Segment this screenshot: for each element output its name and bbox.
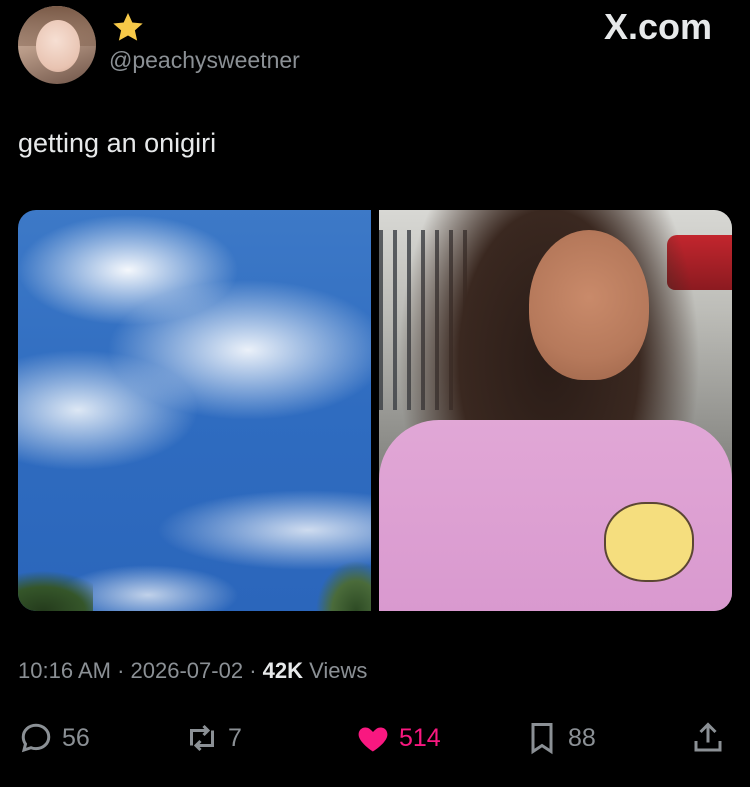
reply-icon [21, 723, 51, 753]
tweet-meta: 10:16 AM · 2026-07-02 · 42K Views [18, 658, 367, 684]
avatar-face [36, 20, 80, 72]
like-count: 514 [399, 723, 441, 752]
views-count: 42K [262, 658, 304, 683]
meta-separator: · [117, 658, 131, 683]
tweet-image-sky[interactable] [18, 210, 371, 611]
dog-character-patch [604, 502, 694, 582]
author-avatar[interactable] [18, 6, 96, 84]
repost-count: 7 [228, 723, 242, 752]
meta-separator: · [249, 658, 263, 683]
author-handle[interactable]: @peachysweetner [109, 47, 300, 74]
star-icon [113, 13, 143, 41]
bookmark-count: 88 [568, 723, 596, 752]
tweet-text: getting an onigiri [18, 128, 217, 158]
tweet-date[interactable]: 2026-07-02 [131, 658, 244, 683]
brand-watermark: X.com [603, 6, 712, 47]
palm-tree-silhouette [311, 551, 371, 611]
reply-count: 56 [62, 723, 90, 752]
tweet-image-selfie[interactable] [379, 210, 732, 611]
heart-icon [358, 727, 388, 752]
views-label: Views [309, 658, 368, 683]
tree-silhouette [18, 561, 93, 611]
share-icon [694, 722, 722, 752]
tweet-time[interactable]: 10:16 AM [18, 658, 111, 683]
bookmark-icon [531, 723, 553, 755]
bookmark-action[interactable]: 88 [524, 718, 596, 758]
face [529, 230, 649, 380]
repost-icon [190, 724, 214, 752]
reply-action[interactable]: 56 [18, 718, 90, 758]
repost-action[interactable]: 7 [184, 718, 242, 758]
share-action[interactable] [690, 718, 726, 758]
like-action[interactable]: 514 [355, 718, 441, 758]
